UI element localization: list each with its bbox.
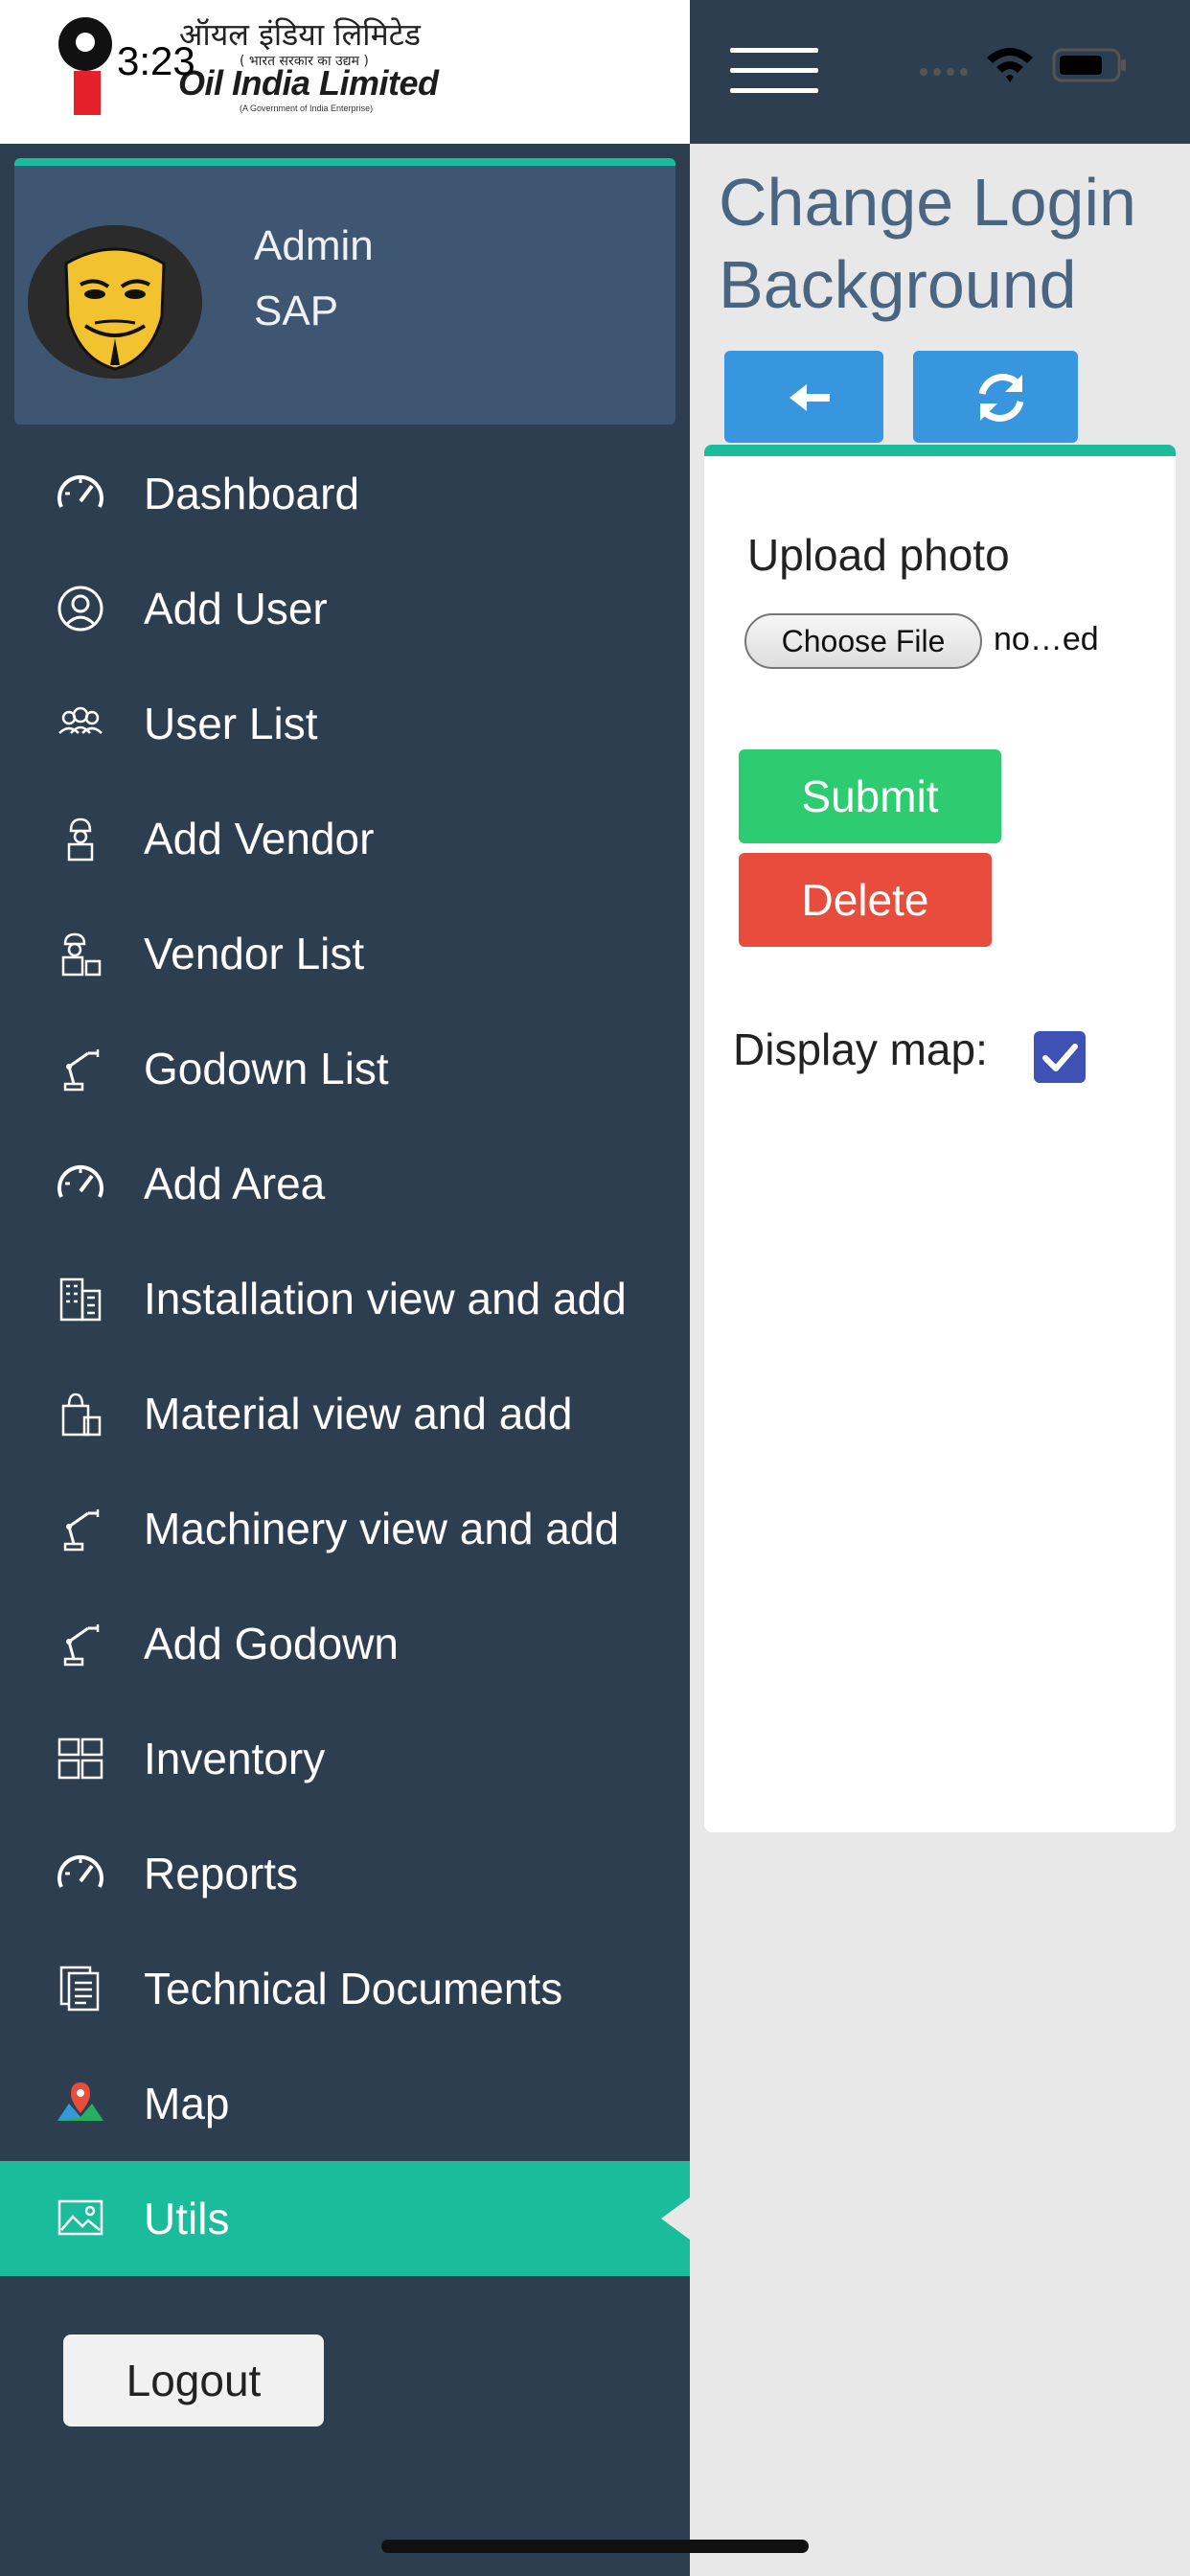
sidebar-item-label: Godown List <box>144 1044 389 1093</box>
refresh-icon <box>978 374 1024 422</box>
documents-icon <box>59 1966 100 2012</box>
robot-arm-icon <box>63 1049 100 1092</box>
inventory-boxes-icon <box>57 1737 103 1780</box>
profile-card: Admin SAP <box>14 158 675 425</box>
shopping-bag-icon <box>61 1392 102 1437</box>
profile-name: Admin SAP <box>254 214 374 344</box>
profile-line-2: SAP <box>254 288 339 334</box>
status-time: 3:23 <box>117 38 195 83</box>
sidebar-item-label: Dashboard <box>144 469 360 518</box>
battery-icon <box>1052 48 1126 82</box>
hamburger-menu-icon[interactable] <box>730 48 818 96</box>
avatar <box>28 225 202 379</box>
page-title: Change Login Background <box>719 165 1136 322</box>
image-icon <box>57 2199 103 2236</box>
sidebar-item-label: Reports <box>144 1849 299 1898</box>
building-icon <box>59 1277 102 1322</box>
sidebar-item-material[interactable]: Material view and add <box>0 1356 690 1471</box>
logo-tagline: (A Government of India Enterprise) <box>240 104 374 113</box>
sidebar-item-label: Add Godown <box>144 1619 399 1668</box>
sidebar-item-machinery[interactable]: Machinery view and add <box>0 1471 690 1586</box>
gauge-icon <box>57 1164 103 1198</box>
dashboard-gauge-icon <box>57 474 103 508</box>
display-map-checkbox[interactable] <box>1034 1031 1086 1083</box>
cellular-signal-icon <box>920 68 968 76</box>
sidebar-item-vendor-list[interactable]: Vendor List <box>0 896 690 1011</box>
sidebar-item-label: Material view and add <box>144 1389 573 1438</box>
wifi-icon <box>987 48 1033 82</box>
sidebar-item-label: Map <box>144 2079 230 2128</box>
robot-arm-icon <box>63 1624 100 1667</box>
map-pin-icon <box>57 2082 103 2121</box>
sidebar-item-label: Add User <box>144 584 328 633</box>
sidebar-item-add-user[interactable]: Add User <box>0 551 690 666</box>
logo-name: Oil India Limited <box>178 63 439 103</box>
sidebar-item-utils[interactable]: Utils <box>0 2161 690 2276</box>
sidebar-item-label: Installation view and add <box>144 1274 627 1323</box>
users-group-icon <box>58 706 103 734</box>
worker-icon <box>67 817 94 862</box>
worker-boxes-icon <box>61 932 102 977</box>
selected-file-name: no…ed <box>994 621 1099 657</box>
sidebar-item-add-vendor[interactable]: Add Vendor <box>0 781 690 896</box>
sidebar-item-dashboard[interactable]: Dashboard <box>0 436 690 551</box>
sidebar-item-technical-documents[interactable]: Technical Documents <box>0 1931 690 2046</box>
arrow-left-icon <box>790 384 830 411</box>
mask-avatar-icon <box>28 225 202 379</box>
sidebar-item-label: Vendor List <box>144 929 365 978</box>
sidebar-item-user-list[interactable]: User List <box>0 666 690 781</box>
delete-button[interactable]: Delete <box>739 853 992 947</box>
sidebar-item-label: Add Area <box>144 1159 326 1208</box>
sidebar-item-installation[interactable]: Installation view and add <box>0 1241 690 1356</box>
upload-photo-label: Upload photo <box>747 530 1010 580</box>
sidebar-item-label: Machinery view and add <box>144 1504 620 1553</box>
sidebar-item-add-godown[interactable]: Add Godown <box>0 1586 690 1701</box>
back-button[interactable] <box>724 351 883 443</box>
checkmark-icon <box>1042 1044 1078 1071</box>
top-bar <box>690 0 1190 144</box>
sidebar: ऑयल इंडिया लिमिटेड ( भारत सरकार का उद्यम… <box>0 0 690 2576</box>
gauge-icon <box>57 1854 103 1888</box>
sidebar-item-label: Inventory <box>144 1734 326 1783</box>
sidebar-item-add-area[interactable]: Add Area <box>0 1126 690 1241</box>
refresh-button[interactable] <box>913 351 1078 443</box>
upload-card: Upload photo Choose File no…ed Submit De… <box>704 445 1176 1832</box>
sidebar-item-label: Utils <box>144 2194 230 2243</box>
sidebar-item-label: Technical Documents <box>144 1964 563 2013</box>
logo-bar: ऑयल इंडिया लिमिटेड ( भारत सरकार का उद्यम… <box>0 0 690 144</box>
robot-arm-icon <box>63 1509 100 1552</box>
choose-file-button[interactable]: Choose File <box>744 613 982 669</box>
sidebar-item-label: Add Vendor <box>144 814 375 863</box>
sidebar-item-godown-list[interactable]: Godown List <box>0 1011 690 1126</box>
logo-hindi-name: ऑयल इंडिया लिमिटेड <box>179 16 421 53</box>
sidebar-item-label: User List <box>144 699 318 748</box>
sidebar-item-inventory[interactable]: Inventory <box>0 1701 690 1816</box>
profile-line-1: Admin <box>254 222 374 269</box>
user-circle-icon <box>57 586 103 632</box>
sidebar-menu: Dashboard Add User User List Add Vendor … <box>0 436 690 2276</box>
sidebar-item-reports[interactable]: Reports <box>0 1816 690 1931</box>
home-indicator <box>381 2540 809 2553</box>
sidebar-item-map[interactable]: Map <box>0 2046 690 2161</box>
submit-button[interactable]: Submit <box>739 749 1001 843</box>
display-map-label: Display map: <box>733 1024 988 1074</box>
logout-button[interactable]: Logout <box>63 2334 324 2426</box>
